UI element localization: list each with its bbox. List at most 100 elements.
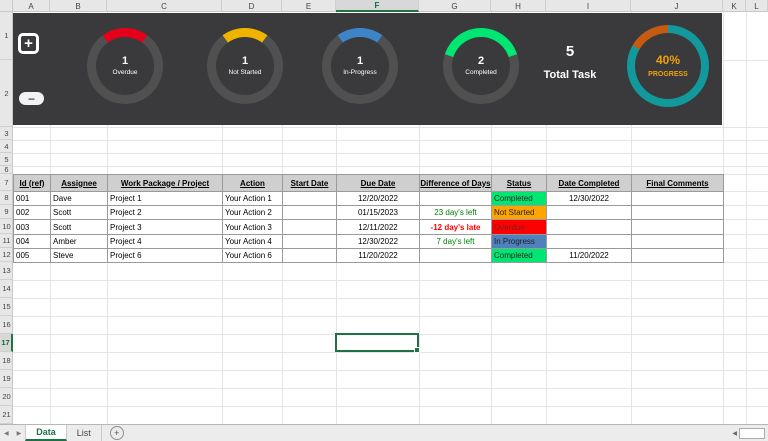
cell-completed[interactable]: 11/20/2022	[547, 249, 632, 263]
cell-assignee[interactable]: Scott	[51, 206, 108, 220]
column-header-C[interactable]: C	[107, 0, 222, 12]
cell-action[interactable]: Your Action 2	[223, 206, 283, 220]
cell-due[interactable]: 11/20/2022	[337, 249, 420, 263]
column-header-B[interactable]: B	[50, 0, 107, 12]
cell-id[interactable]: 001	[14, 192, 51, 206]
sheet-tab-list[interactable]: List	[67, 425, 102, 441]
cell-due[interactable]: 12/11/2022	[337, 220, 420, 235]
status-cell[interactable]: Overdue	[492, 220, 547, 235]
row-header-3[interactable]: 3	[0, 127, 13, 140]
row-header-2[interactable]: 2	[0, 60, 13, 127]
cell-start[interactable]	[283, 249, 337, 263]
cell-diff[interactable]: 7 day's left	[420, 235, 492, 249]
row-header-17[interactable]: 17	[0, 334, 13, 352]
table-header-action[interactable]: Action	[223, 175, 283, 192]
cell-project[interactable]: Project 4	[108, 235, 223, 249]
cell-project[interactable]: Project 1	[108, 192, 223, 206]
row-header-6[interactable]: 6	[0, 165, 13, 174]
cell-assignee[interactable]: Scott	[51, 220, 108, 235]
outline-collapse-button[interactable]: −	[19, 92, 44, 106]
table-header-due[interactable]: Due Date	[337, 175, 420, 192]
horizontal-scrollbar[interactable]: ◀	[732, 425, 768, 441]
row-header-20[interactable]: 20	[0, 388, 13, 406]
cell-start[interactable]	[283, 206, 337, 220]
row-header-19[interactable]: 19	[0, 370, 13, 388]
table-header-status[interactable]: Status	[492, 175, 547, 192]
cell-comments[interactable]	[632, 235, 724, 249]
select-all-corner[interactable]	[0, 0, 13, 12]
table-header-start[interactable]: Start Date	[283, 175, 337, 192]
row-header-21[interactable]: 21	[0, 406, 13, 424]
column-header-E[interactable]: E	[282, 0, 336, 12]
scroll-left-icon[interactable]: ◀	[732, 430, 737, 437]
cell-due[interactable]: 01/15/2023	[337, 206, 420, 220]
status-cell[interactable]: In Progress	[492, 235, 547, 249]
scrollbar-thumb[interactable]	[739, 427, 765, 439]
cell-project[interactable]: Project 6	[108, 249, 223, 263]
cell-completed[interactable]	[547, 220, 632, 235]
cell-action[interactable]: Your Action 6	[223, 249, 283, 263]
cell-comments[interactable]	[632, 192, 724, 206]
column-header-I[interactable]: I	[546, 0, 631, 12]
row-header-7[interactable]: 7	[0, 174, 13, 191]
column-header-A[interactable]: A	[13, 0, 50, 12]
table-header-id[interactable]: Id (ref)	[14, 175, 51, 192]
row-header-15[interactable]: 15	[0, 298, 13, 316]
row-header-11[interactable]: 11	[0, 234, 13, 248]
cell-project[interactable]: Project 2	[108, 206, 223, 220]
row-header-13[interactable]: 13	[0, 262, 13, 280]
cell-comments[interactable]	[632, 220, 724, 235]
row-header-14[interactable]: 14	[0, 280, 13, 298]
cell-start[interactable]	[283, 192, 337, 206]
cell-due[interactable]: 12/20/2022	[337, 192, 420, 206]
column-header-F[interactable]: F	[336, 0, 419, 12]
cell-id[interactable]: 004	[14, 235, 51, 249]
table-header-completed[interactable]: Date Completed	[547, 175, 632, 192]
cell-action[interactable]: Your Action 1	[223, 192, 283, 206]
cell-id[interactable]: 005	[14, 249, 51, 263]
cell-assignee[interactable]: Amber	[51, 235, 108, 249]
cell-start[interactable]	[283, 235, 337, 249]
cell-comments[interactable]	[632, 206, 724, 220]
row-header-18[interactable]: 18	[0, 352, 13, 370]
column-header-J[interactable]: J	[631, 0, 723, 12]
row-header-10[interactable]: 10	[0, 219, 13, 234]
row-header-12[interactable]: 12	[0, 248, 13, 262]
cell-diff[interactable]: 23 day's left	[420, 206, 492, 220]
tab-scroll-right-icon[interactable]: ▶	[13, 425, 26, 441]
row-header-9[interactable]: 9	[0, 205, 13, 219]
table-header-diff[interactable]: Difference of Days	[420, 175, 492, 192]
cell-completed[interactable]: 12/30/2022	[547, 192, 632, 206]
cell-diff[interactable]	[420, 249, 492, 263]
selected-cell[interactable]	[335, 333, 420, 353]
cell-action[interactable]: Your Action 3	[223, 220, 283, 235]
row-header-1[interactable]: 1	[0, 12, 13, 60]
cell-diff[interactable]	[420, 192, 492, 206]
cell-id[interactable]: 003	[14, 220, 51, 235]
column-header-K[interactable]: K	[723, 0, 746, 12]
column-header-L[interactable]: L	[746, 0, 768, 12]
new-sheet-button[interactable]: +	[109, 426, 124, 440]
cell-comments[interactable]	[632, 249, 724, 263]
column-header-G[interactable]: G	[419, 0, 491, 12]
row-header-8[interactable]: 8	[0, 191, 13, 205]
sheet-tab-data[interactable]: Data	[25, 425, 67, 441]
table-header-assignee[interactable]: Assignee	[51, 175, 108, 192]
cell-assignee[interactable]: Dave	[51, 192, 108, 206]
column-header-D[interactable]: D	[222, 0, 282, 12]
cell-completed[interactable]	[547, 235, 632, 249]
tab-scroll-left-icon[interactable]: ◀	[0, 425, 13, 441]
status-cell[interactable]: Completed	[492, 249, 547, 263]
row-header-4[interactable]: 4	[0, 140, 13, 153]
status-cell[interactable]: Not Started	[492, 206, 547, 220]
outline-expand-button[interactable]: +	[18, 33, 39, 54]
cell-diff[interactable]: -12 day's late	[420, 220, 492, 235]
cell-action[interactable]: Your Action 4	[223, 235, 283, 249]
cell-start[interactable]	[283, 220, 337, 235]
status-cell[interactable]: Completed	[492, 192, 547, 206]
cell-id[interactable]: 002	[14, 206, 51, 220]
table-header-comments[interactable]: Final Comments	[632, 175, 724, 192]
cell-due[interactable]: 12/30/2022	[337, 235, 420, 249]
table-header-project[interactable]: Work Package / Project	[108, 175, 223, 192]
column-header-H[interactable]: H	[491, 0, 546, 12]
